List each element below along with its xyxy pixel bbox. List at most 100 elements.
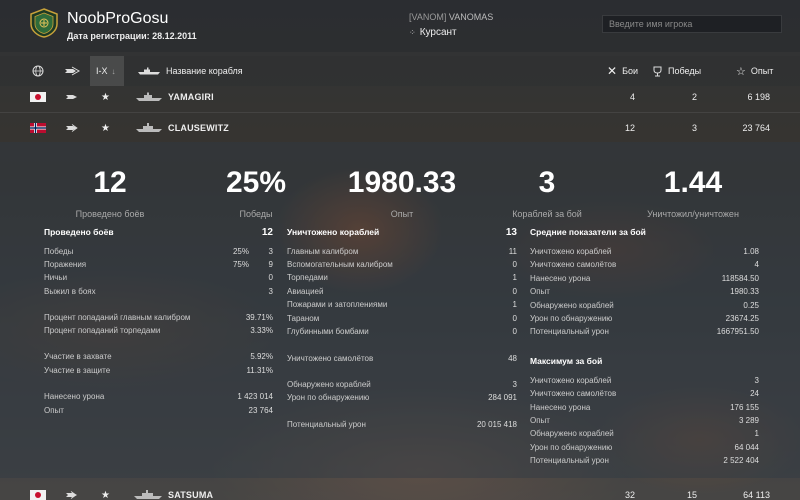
stat-label: Вспомогательным калибром: [287, 259, 393, 269]
average-stats-block: Средние показатели за бой Уничтожено кор…: [530, 226, 759, 341]
stat-value: 0: [512, 326, 517, 336]
stat-row: Глубинными бомбами 0: [287, 325, 517, 337]
ship-model-icon: [136, 84, 162, 110]
stat-row: Нанесено урона 1 423 014: [44, 390, 273, 402]
rank-icon: ⁘: [409, 28, 416, 37]
stat-value: 23674.25: [725, 313, 759, 323]
stat-label: Глубинными бомбами: [287, 326, 369, 336]
clan-rank: ⁘ Курсант: [409, 27, 457, 38]
stat-label: Нанесено урона: [530, 273, 591, 283]
stat-value: 3: [754, 375, 759, 385]
star-outline-icon: ☆: [736, 65, 746, 78]
ship-silhouette-icon: [138, 67, 160, 75]
stat-label: Потенциальный урон: [287, 419, 366, 429]
ship-type-filter[interactable]: [64, 56, 80, 86]
stat-row: Участие в захвате 5.92%: [44, 350, 273, 362]
ship-row-yamagiri[interactable]: ★ YAMAGIRI 4 2 6 198: [0, 84, 800, 110]
ship-name-sort[interactable]: Название корабля: [138, 56, 243, 86]
ship-exp: 23 764: [742, 123, 770, 133]
max-stats-block: Максимум за бой Уничтожено кораблей 3 Ун…: [530, 355, 759, 470]
stat-value: 2 522 404: [723, 455, 759, 465]
stat-row: Нанесено урона 176 155: [530, 401, 759, 413]
stat-row: Пожарами и затоплениями 1: [287, 298, 517, 310]
summary-wins-value: 25%: [225, 166, 287, 199]
clan-tag: [VANOM]: [409, 12, 447, 22]
registration-date: Дата регистрации: 28.12.2011: [67, 31, 197, 41]
stat-row: Опыт 23 764: [44, 404, 273, 416]
stat-row: Участие в защите 11.31%: [44, 364, 273, 376]
stat-value: 0: [512, 313, 517, 323]
stat-row: Уничтожено самолётов 24: [530, 387, 759, 399]
stat-label: Потенциальный урон: [530, 326, 609, 336]
battles-stats-block: Проведено боёв 12 Победы 25% 3 Поражения…: [44, 226, 273, 426]
stat-label: Опыт: [530, 286, 550, 296]
stat-label: Уничтожено кораблей: [530, 246, 612, 256]
sort-down-icon: ↓: [111, 66, 116, 76]
stat-row: Потенциальный урон 2 522 404: [530, 454, 759, 466]
stat-label: Ничьи: [44, 272, 68, 282]
ship-row-satsuma[interactable]: ★ SATSUMA 32 15 64 113: [0, 482, 800, 500]
summary-kd-label: Уничтожил/уничтожен: [647, 209, 739, 219]
stat-value: 11: [508, 246, 517, 256]
trophy-icon: [653, 66, 662, 76]
stat-row: Процент попаданий главным калибром 39.71…: [44, 311, 273, 323]
stat-label: Процент попаданий главным калибром: [44, 312, 191, 322]
ship-wins: 2: [691, 92, 697, 102]
stat-row: Вспомогательным калибром 0: [287, 258, 517, 270]
stat-percent: 75%: [232, 259, 249, 269]
destroyed-block-title: Уничтожено кораблей 13: [287, 226, 517, 238]
stat-value: 24: [750, 388, 759, 398]
stat-value: 3.33%: [250, 325, 273, 335]
stat-value: 1: [512, 299, 517, 309]
ship-wins: 3: [691, 123, 697, 133]
stat-value: 39.71%: [245, 312, 273, 322]
stat-row: Ничьи 0: [44, 271, 273, 283]
block-title: Уничтожено кораблей: [287, 227, 380, 237]
stat-row: Урон по обнаружению 284 091: [287, 391, 517, 403]
ship-row-clausewitz[interactable]: ★ CLAUSEWITZ 12 3 23 764: [0, 115, 800, 141]
stat-label: Уничтожено кораблей: [530, 375, 612, 385]
row-divider: [0, 112, 800, 113]
block-total: 12: [261, 226, 273, 238]
stat-value: 3 289: [738, 415, 759, 425]
exp-header: Опыт: [750, 66, 774, 76]
block-title: Максимум за бой: [530, 356, 603, 366]
stat-value: 3: [268, 246, 273, 256]
premium-star-icon: ★: [101, 489, 110, 500]
stat-label: Обнаружено кораблей: [530, 428, 614, 438]
stat-value: 1 423 014: [237, 391, 273, 401]
block-title: Проведено боёв: [44, 227, 114, 237]
exp-sort[interactable]: ☆ Опыт: [736, 56, 773, 86]
stat-label: Урон по обнаружению: [287, 392, 370, 402]
player-search-input[interactable]: [602, 15, 782, 33]
stat-row: Обнаружено кораблей 3: [287, 378, 517, 390]
stat-value: 284 091: [488, 392, 517, 402]
stat-row: Опыт 1980.33: [530, 285, 759, 297]
ship-battles: 12: [624, 123, 635, 133]
wins-sort[interactable]: Победы: [652, 56, 701, 86]
stat-value: 9: [268, 259, 273, 269]
clan-info[interactable]: [VANOM] VANOMAS: [409, 12, 493, 22]
stat-row: Обнаружено кораблей 1: [530, 427, 759, 439]
japan-flag-icon: [30, 490, 46, 500]
stat-label: Нанесено урона: [44, 391, 105, 401]
summary-ships-per-battle-value: 3: [538, 166, 556, 199]
stat-label: Урон по обнаружению: [530, 313, 613, 323]
stat-row: Потенциальный урон 1667951.50: [530, 325, 759, 337]
battles-sort[interactable]: ✕ Бои: [607, 56, 638, 86]
stat-value: 1.08: [743, 246, 759, 256]
ship-battles: 32: [624, 490, 635, 500]
battles-header: Бои: [622, 66, 639, 76]
stat-label: Торпедами: [287, 272, 328, 282]
player-name: NoobProGosu: [67, 10, 169, 27]
ship-exp: 6 198: [747, 92, 770, 102]
ship-exp: 64 113: [743, 490, 770, 500]
tier-filter[interactable]: I-X ↓: [90, 56, 124, 86]
stat-value: 4: [754, 259, 759, 269]
stat-row: Процент попаданий торпедами 3.33%: [44, 324, 273, 336]
stat-row: Уничтожено кораблей 1.08: [530, 245, 759, 257]
tier-filter-label: I-X: [96, 66, 108, 76]
stat-value: 1667951.50: [716, 326, 759, 336]
nation-filter[interactable]: [32, 56, 44, 86]
stat-row: Уничтожено самолётов 48: [287, 352, 517, 364]
